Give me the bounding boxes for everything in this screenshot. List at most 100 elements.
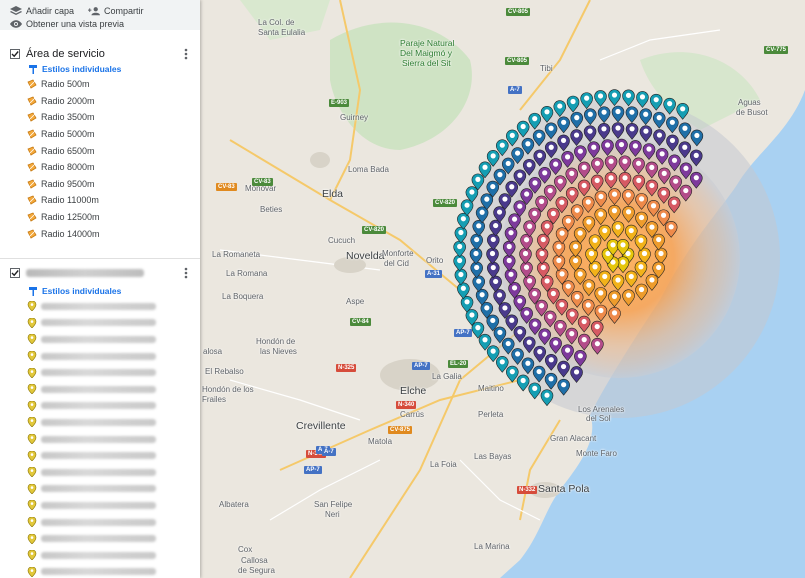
place-item[interactable] xyxy=(0,447,200,464)
map-place-label: Tibi xyxy=(540,64,553,73)
radius-item[interactable]: Radio 9500m xyxy=(0,176,200,193)
map-marker-dot xyxy=(611,92,618,98)
map-place-label: de Busot xyxy=(736,108,768,117)
map-marker-dot xyxy=(490,236,496,243)
layer-title[interactable]: Área de servicio xyxy=(26,48,105,60)
map-marker-dot xyxy=(625,92,632,98)
map-marker-dot xyxy=(694,132,700,139)
place-pin-icon xyxy=(27,500,37,511)
map-marker-dot xyxy=(561,382,567,388)
radius-item[interactable]: Radio 3500m xyxy=(0,109,200,126)
layer-checkbox[interactable] xyxy=(10,268,20,278)
map-marker-dot xyxy=(457,257,463,264)
map-marker-dot xyxy=(473,250,479,257)
share-label: Compartir xyxy=(104,6,144,16)
map-marker-dot xyxy=(570,98,576,105)
place-item[interactable] xyxy=(0,414,200,431)
polygon-icon xyxy=(27,112,37,123)
place-pin-icon xyxy=(27,434,37,445)
radius-item[interactable]: Radio 14000m xyxy=(0,225,200,242)
map-place-label: Neri xyxy=(325,510,340,519)
place-item[interactable] xyxy=(0,331,200,348)
map-marker-dot xyxy=(544,109,550,115)
layers-panel: Añadir capa Compartir Obtener una vista … xyxy=(0,0,200,578)
radius-item-label: Radio 6500m xyxy=(41,145,95,156)
place-item-label-redacted xyxy=(41,535,156,543)
add-layer-button[interactable]: Añadir capa xyxy=(10,6,74,16)
radius-item[interactable]: Radio 2000m xyxy=(0,93,200,110)
radius-item[interactable]: Radio 8000m xyxy=(0,159,200,176)
radius-item[interactable]: Radio 12500m xyxy=(0,209,200,226)
map-place-label: La Galia xyxy=(432,372,462,381)
radius-item[interactable]: Radio 6500m xyxy=(0,142,200,159)
layer-options-icon[interactable] xyxy=(184,48,188,60)
styles-link[interactable]: Estilos individuales xyxy=(0,284,200,298)
map-marker-dot xyxy=(569,311,575,317)
place-item-label-redacted xyxy=(41,568,156,576)
map-marker-dot xyxy=(569,170,575,176)
map-marker-dot xyxy=(559,230,565,236)
map-marker-dot xyxy=(671,199,677,205)
place-item[interactable] xyxy=(0,564,200,578)
radius-item[interactable]: Radio 500m xyxy=(0,76,200,93)
radius-item[interactable]: Radio 11000m xyxy=(0,192,200,209)
map-marker-dot xyxy=(622,158,628,164)
polygon-icon xyxy=(27,129,37,139)
road-shield: CV-805 xyxy=(505,57,530,65)
place-item[interactable] xyxy=(0,381,200,398)
layer-title-redacted[interactable] xyxy=(26,269,144,277)
map-marker-dot xyxy=(561,119,567,125)
map-marker-dot xyxy=(639,94,646,100)
place-pin-icon xyxy=(27,417,37,428)
place-item[interactable] xyxy=(0,348,200,365)
map-marker-dot xyxy=(598,193,604,200)
place-item[interactable] xyxy=(0,398,200,415)
place-item[interactable] xyxy=(0,364,200,381)
map-marker-dot xyxy=(564,154,571,160)
place-item[interactable] xyxy=(0,431,200,448)
share-button[interactable]: Compartir xyxy=(88,6,144,16)
map-marker-dot xyxy=(618,141,625,148)
map-marker-dot xyxy=(538,303,545,309)
map-marker-dot xyxy=(505,160,511,167)
map-place-label: Carrús xyxy=(400,410,425,419)
polygon-icon xyxy=(27,162,37,172)
radius-item[interactable]: Radio 5000m xyxy=(0,126,200,143)
map-marker-dot xyxy=(464,202,470,208)
place-item-label-redacted xyxy=(41,452,156,460)
place-item[interactable] xyxy=(0,497,200,514)
styles-label: Estilos individuales xyxy=(42,64,122,74)
layer-checkbox[interactable] xyxy=(10,49,20,59)
layer-options-icon[interactable] xyxy=(184,267,188,279)
place-item[interactable] xyxy=(0,547,200,564)
place-pin-icon xyxy=(27,400,37,411)
place-pin-icon xyxy=(27,467,37,478)
place-item[interactable] xyxy=(0,298,200,315)
map-marker-dot xyxy=(629,109,635,115)
place-item[interactable] xyxy=(0,315,200,332)
map-marker-dot xyxy=(539,250,545,257)
place-item[interactable] xyxy=(0,464,200,481)
place-item[interactable] xyxy=(0,514,200,531)
preview-button[interactable]: Obtener una vista previa xyxy=(10,19,124,29)
map-marker-dot xyxy=(490,183,496,190)
map-marker-dot xyxy=(586,219,592,225)
map-marker-dot xyxy=(615,224,621,230)
place-item[interactable] xyxy=(0,481,200,498)
map-marker-dot xyxy=(615,108,621,115)
map-marker-dot xyxy=(656,236,662,243)
map-place-label: del Cid xyxy=(384,259,409,268)
place-item[interactable] xyxy=(0,530,200,547)
map-marker-dot xyxy=(574,115,580,121)
map-place-label: San Felipe xyxy=(314,500,353,509)
place-item-label-redacted xyxy=(41,335,156,343)
map-marker-dot xyxy=(532,210,538,216)
map-marker-dot xyxy=(547,187,553,194)
map-marker-dot xyxy=(484,305,490,311)
map-place-label: Novelda xyxy=(346,250,385,262)
styles-link[interactable]: Estilos individuales xyxy=(0,62,200,76)
map-marker-dot xyxy=(536,368,542,375)
styles-label: Estilos individuales xyxy=(42,286,122,296)
map-marker-dot xyxy=(490,264,496,271)
map-marker-dot xyxy=(611,208,618,214)
